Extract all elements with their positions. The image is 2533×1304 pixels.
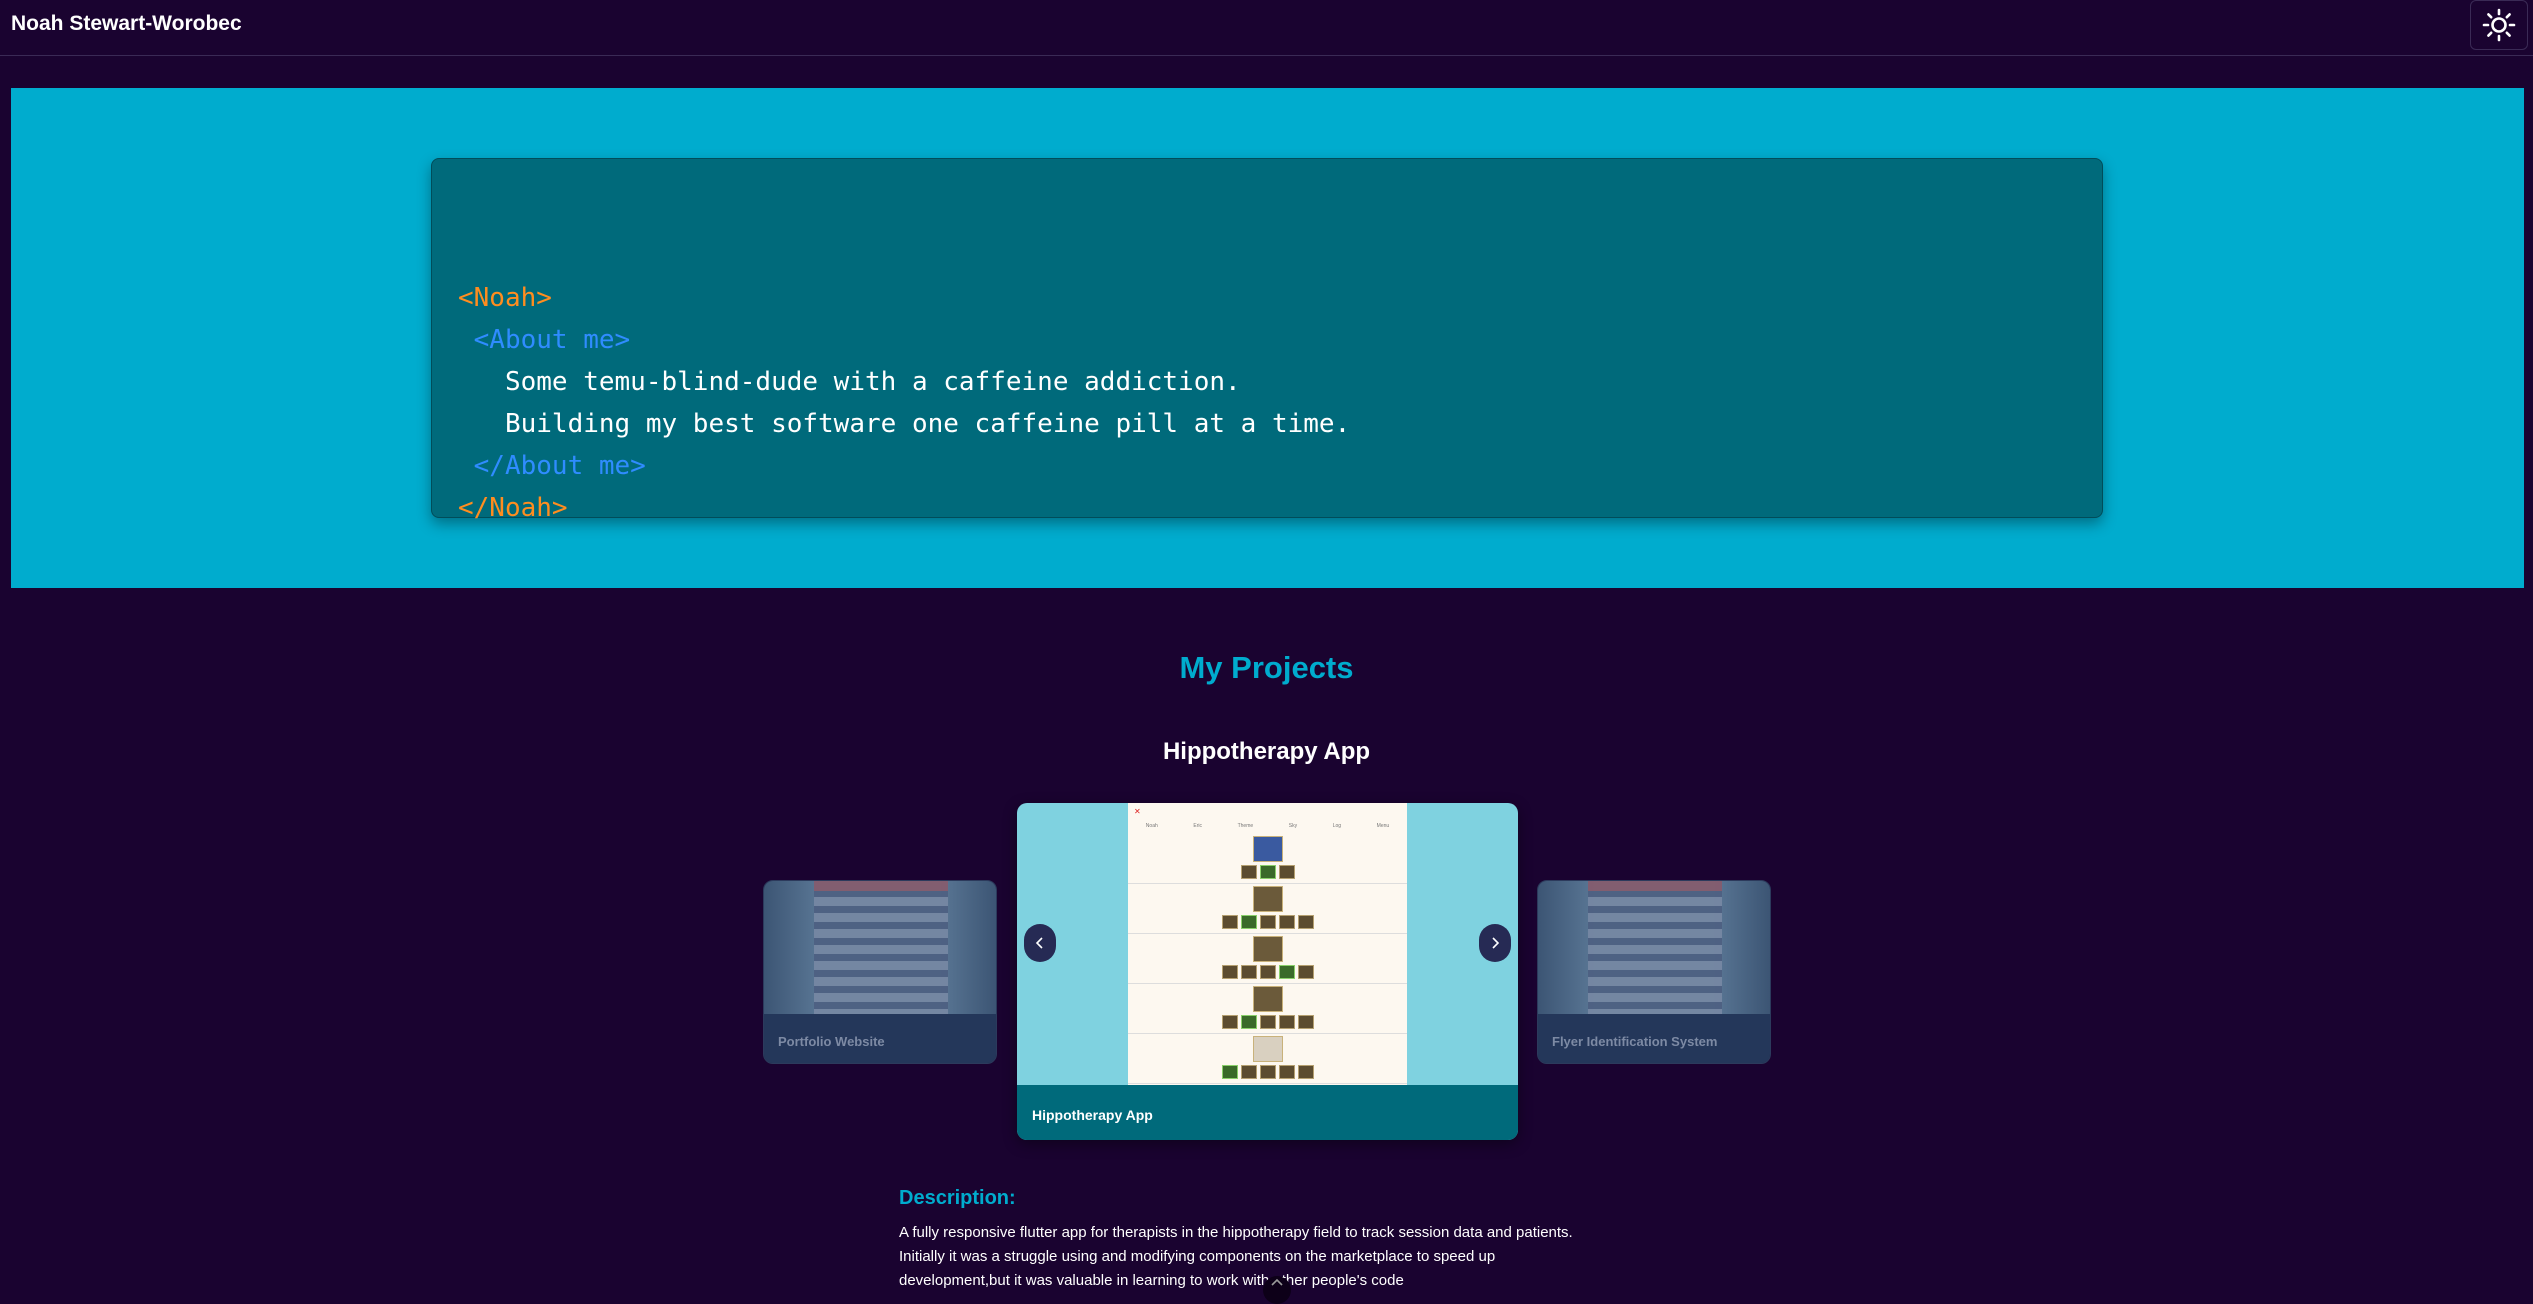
chevron-right-icon	[1492, 937, 1500, 949]
about-open-tag: <About me>	[458, 325, 631, 355]
projects-heading: My Projects	[1179, 650, 1354, 685]
hero-section: <Noah> <About me> Some temu-blind-dude w…	[11, 88, 2524, 588]
site-title[interactable]: Noah Stewart-Worobec	[11, 12, 242, 36]
about-close-tag: </About me>	[458, 451, 646, 481]
carousel-prev-button[interactable]	[1024, 924, 1056, 962]
description-line: A fully responsive flutter app for thera…	[899, 1224, 1573, 1241]
about-line-2: Building my best software one caffeine p…	[458, 409, 1351, 439]
theme-toggle-button[interactable]	[2470, 0, 2528, 50]
description-heading: Description:	[899, 1187, 1016, 1209]
top-bar: Noah Stewart-Worobec	[0, 0, 2533, 56]
carousel-card-label: Flyer Identification System	[1538, 1014, 1770, 1063]
noah-close-tag: </Noah>	[458, 493, 568, 523]
chevron-left-icon	[1035, 937, 1043, 949]
carousel-card-prev[interactable]: Portfolio Website	[763, 880, 997, 1064]
project-screenshot	[1538, 881, 1770, 1014]
carousel-card-label: Portfolio Website	[764, 1014, 996, 1063]
chevron-up-icon	[1271, 1278, 1283, 1286]
carousel-card-label: Hippotherapy App	[1017, 1085, 1518, 1140]
sun-icon	[2482, 8, 2516, 42]
carousel-card-next[interactable]: Flyer Identification System	[1537, 880, 1771, 1064]
noah-open-tag: <Noah>	[458, 283, 552, 313]
project-screenshot: ✕ Noah Eric Theme Sky Log Menu	[1128, 803, 1407, 1085]
about-line-1: Some temu-blind-dude with a caffeine add…	[458, 367, 1241, 397]
description-line: Initially it was a struggle using and mo…	[899, 1248, 1496, 1265]
project-screenshot	[764, 881, 996, 1014]
carousel-card-current[interactable]: ✕ Noah Eric Theme Sky Log Menu Hippotherapy A…	[1017, 803, 1518, 1140]
carousel-next-button[interactable]	[1479, 924, 1511, 962]
current-project-title: Hippotherapy App	[1162, 738, 1371, 765]
about-code-card: <Noah> <About me> Some temu-blind-dude w…	[431, 158, 2103, 523]
scroll-to-top-button[interactable]	[1263, 1276, 1291, 1304]
